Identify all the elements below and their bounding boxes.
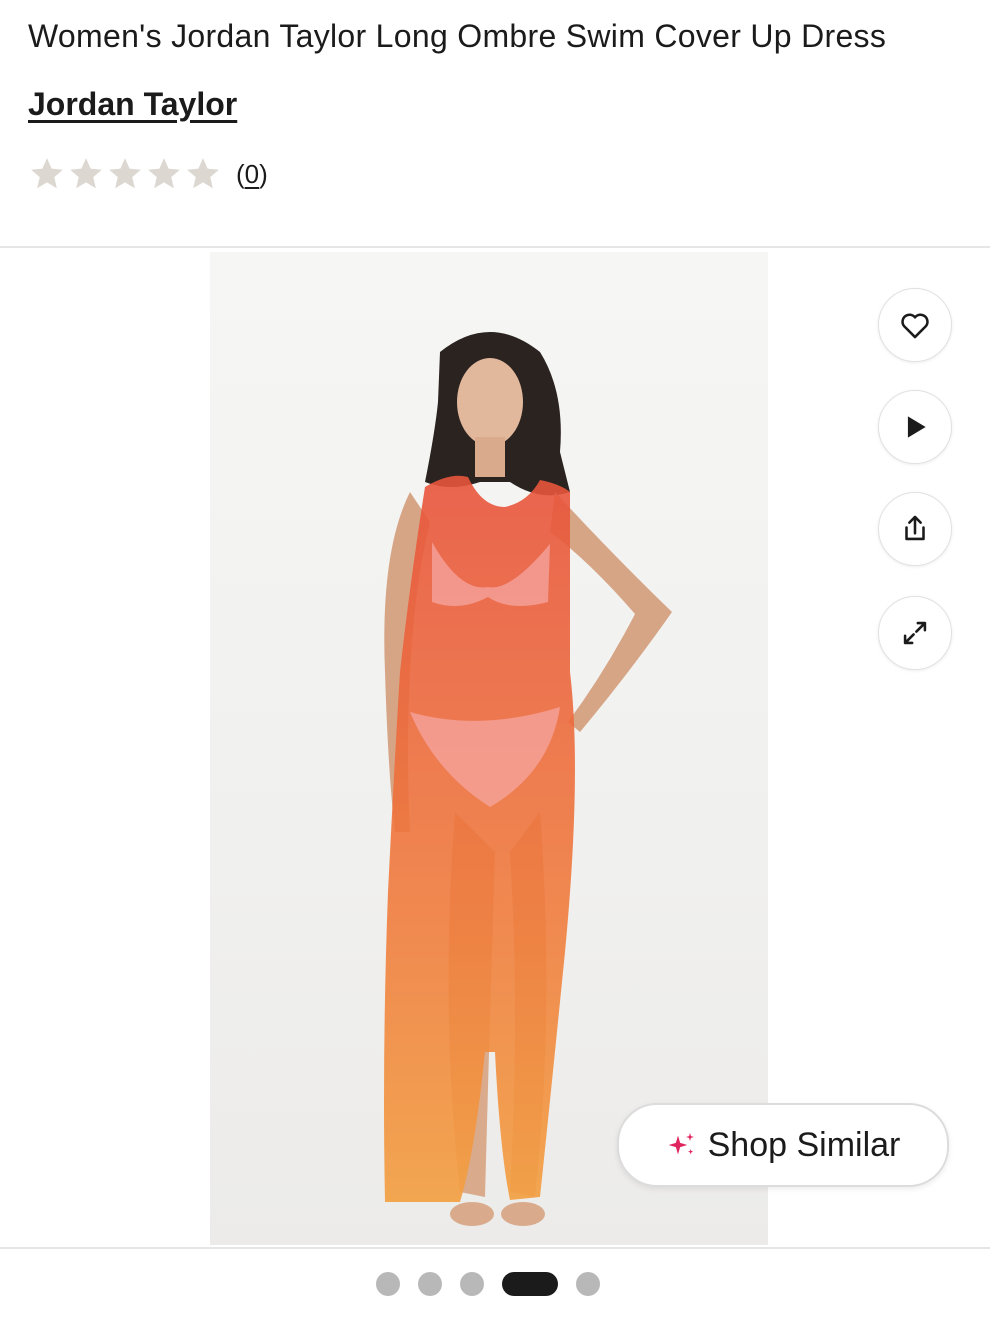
sparkle-icon [668,1133,694,1155]
product-image[interactable] [210,252,768,1245]
gallery-divider [0,1247,990,1249]
heart-icon [901,313,929,339]
carousel-dot-active[interactable] [502,1272,558,1296]
carousel-dot[interactable] [576,1272,600,1296]
shop-similar-button[interactable]: Shop Similar [617,1103,949,1187]
carousel-dot[interactable] [418,1272,442,1296]
expand-icon [903,621,927,645]
star-icon [187,158,219,189]
favorite-button[interactable] [878,288,952,362]
model-photo [384,332,672,1226]
rating-summary[interactable]: (0) [28,155,268,193]
carousel-indicators [376,1272,600,1296]
product-title: Women's Jordan Taylor Long Ombre Swim Co… [28,18,887,54]
review-count[interactable]: (0) [236,159,268,190]
share-icon [905,515,925,541]
carousel-dot[interactable] [460,1272,484,1296]
expand-button[interactable] [878,596,952,670]
carousel-dot[interactable] [376,1272,400,1296]
share-button[interactable] [878,492,952,566]
shop-similar-label: Shop Similar [707,1125,901,1164]
star-icon [31,158,63,189]
star-icon [70,158,102,189]
brand-link[interactable]: Jordan Taylor [28,86,237,123]
star-icon [109,158,141,189]
play-icon [907,416,926,438]
play-video-button[interactable] [878,390,952,464]
header-divider [0,246,990,248]
star-icon [148,158,180,189]
star-rating [28,155,222,193]
